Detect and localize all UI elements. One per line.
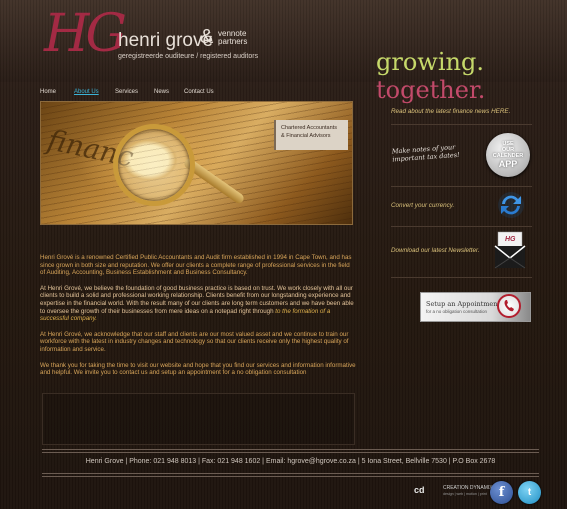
slogan-word-growing: growing.	[376, 48, 484, 76]
footer-contact-info: Henri Grove | Phone: 021 948 8013 | Fax:…	[85, 458, 496, 465]
about-paragraph-2: At Henri Grové, we believe the foundatio…	[40, 285, 356, 323]
content-empty-box	[42, 393, 355, 445]
credit-tagline: design | web | motion | print	[443, 491, 487, 496]
hero-caption-line2: & Financial Advisors	[281, 133, 331, 139]
logo-partners: vennote partners	[218, 30, 247, 46]
logo-subtitle: geregistreerde ouditeure / registered au…	[118, 53, 259, 60]
newsletter-envelope-icon[interactable]: HG	[492, 230, 528, 272]
credit-name: CREATION DYNAMIX	[443, 485, 493, 491]
logo-name: henri grové	[118, 30, 214, 51]
about-paragraph-1: Henri Grové is a renowned Certified Publ…	[40, 254, 352, 277]
logo-partners-line2: partners	[218, 37, 248, 46]
sidebar-divider	[391, 124, 532, 125]
logo-ampersand: &	[200, 26, 214, 48]
footer-bottom-rule	[42, 473, 539, 474]
twitter-icon[interactable]: t	[518, 481, 541, 504]
twitter-glyph: t	[527, 487, 532, 498]
footer-bottom-rule	[42, 476, 539, 477]
calendar-app-badge[interactable]: USE OUR CALENDER APP	[486, 133, 530, 177]
appointment-title: Setup an Appointment	[426, 300, 501, 308]
nav-home[interactable]: Home	[40, 89, 56, 95]
logo-monogram: HG	[44, 4, 127, 64]
company-logo[interactable]: HG henri grové & vennote partners geregi…	[42, 4, 272, 70]
creation-dynamix-credit[interactable]: CREATION DYNAMIX design | web | motion |…	[443, 485, 493, 497]
about-paragraph-3: At Henri Grové, we acknowledge that our …	[40, 330, 349, 353]
nav-services[interactable]: Services	[115, 89, 138, 95]
currency-converter-link[interactable]: Convert your currency.	[391, 202, 454, 209]
magnifying-glass-icon	[113, 124, 195, 206]
hero-image: financ Chartered Accountants & Financial…	[40, 101, 353, 225]
sidebar-divider	[391, 226, 532, 227]
phone-icon	[497, 294, 521, 318]
newsletter-icon-monogram: HG	[505, 236, 516, 243]
sidebar-divider	[391, 277, 532, 278]
about-content: Henri Grové is a renowned Certified Publ…	[40, 254, 356, 385]
footer-top-rule	[42, 452, 539, 453]
currency-refresh-icon[interactable]	[494, 190, 528, 220]
facebook-icon[interactable]: f	[490, 481, 513, 504]
hero-caption: Chartered Accountants & Financial Adviso…	[274, 120, 348, 150]
app-badge-line4: APP	[498, 159, 518, 169]
appointment-subtitle: for a no obligation consultation	[426, 309, 488, 314]
nav-news[interactable]: News	[154, 89, 169, 95]
footer-top-rule	[42, 449, 539, 450]
nav-about-us[interactable]: About Us	[74, 89, 99, 95]
nav-contact-us[interactable]: Contact Us	[184, 89, 214, 95]
slogan: growing. together.	[376, 48, 567, 104]
slogan-word-together: together.	[376, 76, 486, 104]
about-paragraph-4: We thank you for taking the time to visi…	[40, 361, 356, 377]
facebook-glyph: f	[498, 485, 505, 500]
sidebar-divider	[391, 186, 532, 187]
finance-news-link[interactable]: Read about the latest finance news HERE.	[391, 108, 510, 115]
newsletter-download-link[interactable]: Download our latest Newsletter.	[391, 247, 480, 254]
hero-caption-line1: Chartered Accountants	[281, 125, 337, 131]
creation-dynamix-mark[interactable]: cd	[414, 485, 425, 495]
setup-appointment-banner[interactable]: Setup an Appointment for a no obligation…	[420, 292, 531, 322]
